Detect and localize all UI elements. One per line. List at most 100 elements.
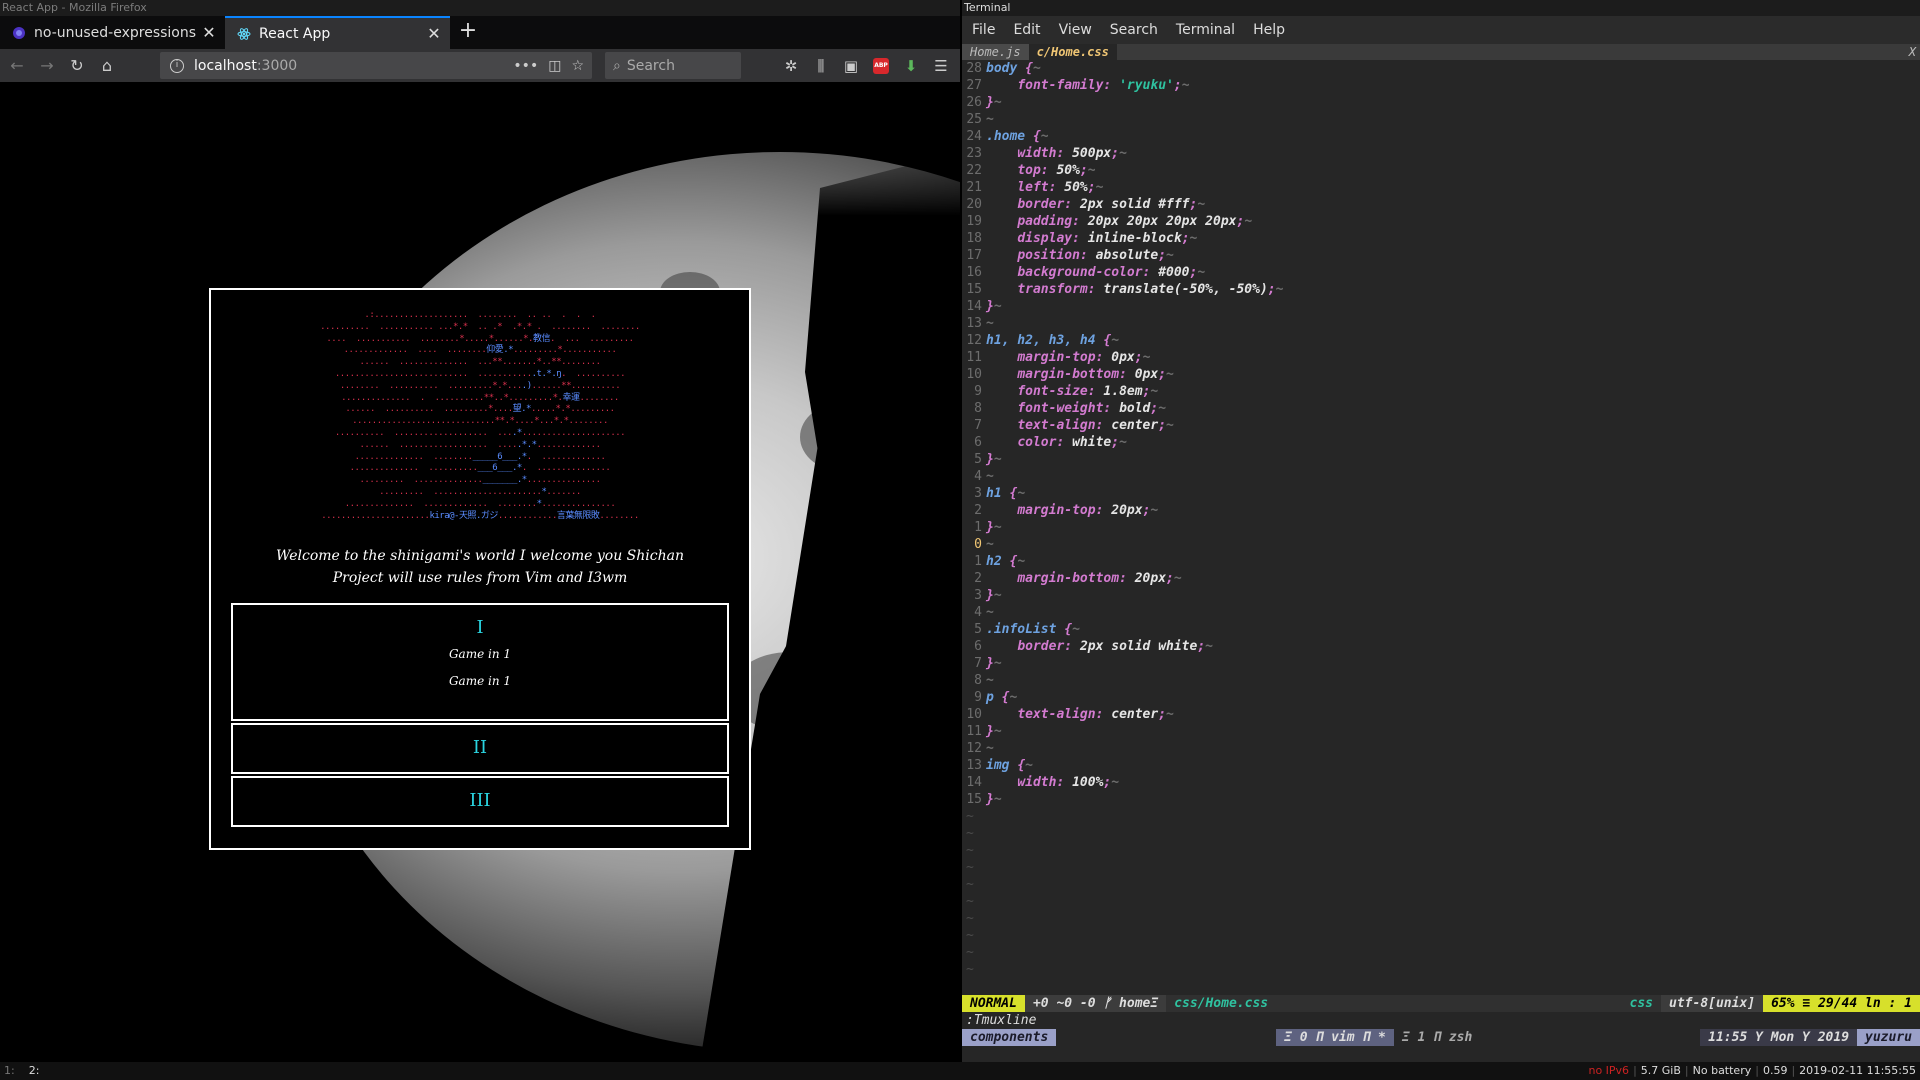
- line-number: 3: [974, 588, 982, 603]
- empty-line-marker: ~: [966, 962, 974, 977]
- line-text: color: white;~: [1017, 435, 1127, 450]
- site-info-icon[interactable]: i: [170, 58, 184, 73]
- menu-terminal[interactable]: Terminal: [1176, 22, 1235, 38]
- empty-line-marker: ~: [966, 860, 974, 875]
- tab-strip: no-unused-expressions - ✕ React App ✕ +: [0, 16, 960, 49]
- line-text: width: 100%;~: [1017, 775, 1120, 790]
- back-arrow-icon[interactable]: ←: [2, 52, 32, 80]
- line-number: 19: [966, 214, 982, 229]
- welcome-line-1: Welcome to the shinigami's world I welco…: [275, 548, 684, 564]
- code-line: 13 img {~: [962, 757, 1920, 774]
- menu-help[interactable]: Help: [1253, 22, 1285, 38]
- line-text: }~: [986, 588, 1002, 603]
- line-number: 15: [966, 282, 982, 297]
- new-tab-button[interactable]: +: [450, 16, 486, 49]
- terminal-window: Terminal File Edit View Search Terminal …: [962, 0, 1920, 1062]
- line-number: 23: [966, 146, 982, 161]
- info-item-number: II: [472, 737, 488, 758]
- vim-tab-home-css[interactable]: c/Home.css: [1028, 44, 1117, 60]
- workspace-list: 1: 2:: [4, 1062, 39, 1080]
- code-line: 12 h1, h2, h3, h4 {~: [962, 332, 1920, 349]
- empty-line-marker: ~: [966, 894, 974, 909]
- tmux-clock: 11:55 Y Mon Y 2019: [1700, 1029, 1858, 1046]
- home-icon[interactable]: ⌂: [92, 52, 122, 80]
- ascii-signature-left: kira@-天照.ガジ: [429, 510, 498, 521]
- code-line: 17 position: absolute;~: [962, 247, 1920, 264]
- code-line: 5 .infoList {~: [962, 621, 1920, 638]
- react-favicon-icon: [237, 27, 251, 41]
- line-number: 25: [966, 112, 982, 127]
- code-editor[interactable]: 28 body {~ 27 font-family: 'ryuku';~ 26 }~ 25…: [962, 60, 1920, 990]
- sidebar-icon[interactable]: ▣: [840, 55, 862, 77]
- line-text: }~: [986, 724, 1002, 739]
- system-info: no IPv6 | 5.7 GiB | No battery | 0.59 | …: [1588, 1062, 1916, 1080]
- line-number: 4: [974, 469, 982, 484]
- url-bar[interactable]: i localhost:3000 ••• ◫ ☆: [160, 52, 592, 79]
- pocket-icon[interactable]: ◫: [548, 58, 561, 74]
- code-line: 1 h2 {~: [962, 553, 1920, 570]
- tab-close-icon[interactable]: ✕: [201, 23, 217, 42]
- line-text: h2 {~: [986, 554, 1026, 569]
- code-line: 23 width: 500px;~: [962, 145, 1920, 162]
- menu-view[interactable]: View: [1059, 22, 1092, 38]
- welcome-text: Welcome to the shinigami's world I welco…: [231, 545, 729, 589]
- line-text: }~: [986, 792, 1002, 807]
- line-number: 14: [966, 299, 982, 314]
- info-item-1[interactable]: I Game in 1 Game in 1: [231, 603, 729, 721]
- line-number: 12: [966, 333, 982, 348]
- workspace-2[interactable]: 2:: [29, 1062, 40, 1080]
- line-number: 28: [966, 61, 982, 76]
- info-item-number: I: [476, 617, 484, 638]
- gear-extension-icon[interactable]: ✲: [780, 55, 802, 77]
- line-text: padding: 20px 20px 20px 20px;~: [1017, 214, 1253, 229]
- line-number: 15: [966, 792, 982, 807]
- library-icon[interactable]: ⫼: [810, 55, 832, 77]
- code-line: 28 body {~: [962, 60, 1920, 77]
- menu-edit[interactable]: Edit: [1013, 22, 1040, 38]
- tab-close-icon[interactable]: ✕: [426, 24, 442, 43]
- line-text: ~: [986, 112, 994, 127]
- reload-icon[interactable]: ↻: [62, 52, 92, 80]
- adblock-plus-icon[interactable]: ABP: [873, 57, 889, 74]
- line-text: img {~: [986, 758, 1033, 773]
- line-number: 13: [966, 758, 982, 773]
- line-text: font-weight: bold;~: [1017, 401, 1167, 416]
- tmux-window-zsh[interactable]: Ξ 1 Π zsh: [1394, 1029, 1480, 1046]
- code-line: 27 font-family: 'ryuku';~: [962, 77, 1920, 94]
- bookmark-star-icon[interactable]: ☆: [571, 58, 584, 74]
- menu-search[interactable]: Search: [1110, 22, 1158, 38]
- search-input[interactable]: [626, 57, 727, 74]
- line-number: 7: [974, 418, 982, 433]
- line-number: 9: [974, 384, 982, 399]
- line-text: body {~: [986, 61, 1041, 76]
- tmux-window-vim[interactable]: Ξ 0 Π vim Π *: [1276, 1029, 1394, 1046]
- line-number: 26: [966, 95, 982, 110]
- toolbar-icons: ✲ ⫼ ▣ ABP ⬇ ☰: [780, 49, 952, 82]
- hamburger-menu-icon[interactable]: ☰: [930, 55, 952, 77]
- line-number: 16: [966, 265, 982, 280]
- firefox-window: React App - Mozilla Firefox no-unused-ex…: [0, 0, 960, 1062]
- line-number: 8: [974, 673, 982, 688]
- vim-command-line[interactable]: :Tmuxline: [966, 1013, 1036, 1029]
- line-text: h1, h2, h3, h4 {~: [986, 333, 1120, 348]
- line-number: 0: [974, 537, 982, 552]
- vim-statusline: NORMAL +0 ~0 -0 ᚠ homeΞ css/Home.css css…: [962, 995, 1920, 1012]
- line-text: left: 50%;~: [1017, 180, 1104, 195]
- navigation-toolbar: ← → ↻ ⌂ i localhost:3000 ••• ◫ ☆ ⌕ ✲ ⫼ ▣…: [0, 49, 960, 82]
- vim-tab-close-button[interactable]: X: [1909, 44, 1916, 60]
- vim-tab-home-js[interactable]: Home.js: [962, 44, 1029, 60]
- page-actions-icon[interactable]: •••: [513, 58, 538, 74]
- tab-react-app[interactable]: React App ✕: [225, 16, 450, 49]
- search-bar[interactable]: ⌕: [605, 52, 741, 79]
- line-number: 6: [974, 435, 982, 450]
- forward-arrow-icon[interactable]: →: [32, 52, 62, 80]
- info-item-3[interactable]: III: [231, 776, 729, 827]
- empty-line-marker: ~: [966, 826, 974, 841]
- code-line: 9 p {~: [962, 689, 1920, 706]
- tab-no-unused-expressions[interactable]: no-unused-expressions - ✕: [0, 16, 225, 49]
- download-icon[interactable]: ⬇: [900, 55, 922, 77]
- workspace-1[interactable]: 1:: [4, 1062, 15, 1080]
- menu-file[interactable]: File: [972, 22, 995, 38]
- line-text: border: 2px solid #fff;~: [1017, 197, 1206, 212]
- info-item-2[interactable]: II: [231, 723, 729, 774]
